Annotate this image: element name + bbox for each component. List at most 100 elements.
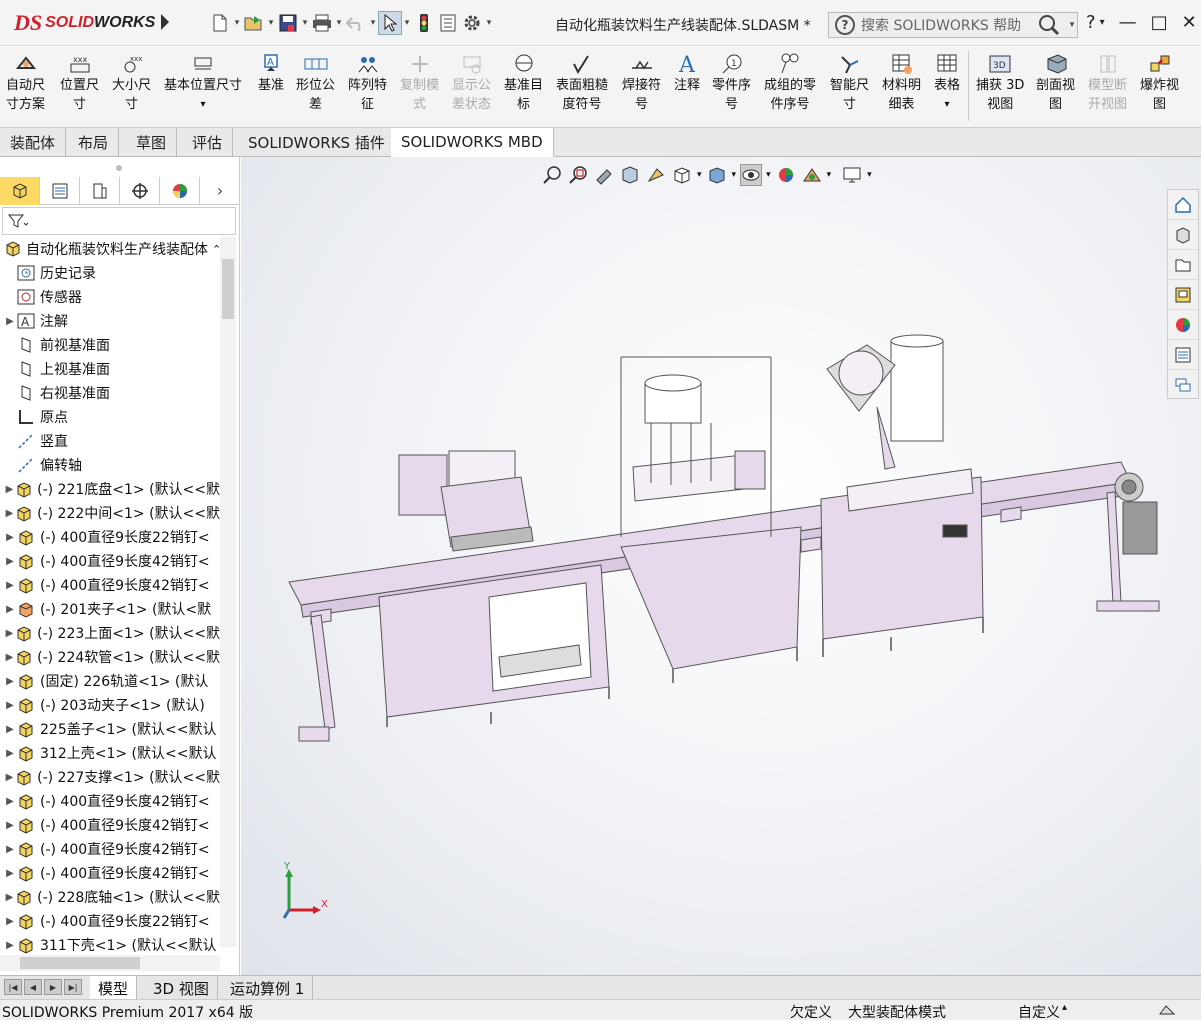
chevron-down-icon[interactable]: ▾ [402, 18, 412, 28]
basic-location-dimension-button[interactable]: 基本位置尺寸 ▾ [164, 53, 242, 114]
maximize-button[interactable]: □ [1151, 12, 1168, 33]
dimxpert-manager-tab[interactable] [120, 177, 160, 205]
tree-item[interactable]: ▶ 225盖子<1> (默认<<默认 [0, 717, 220, 741]
chevron-right-icon[interactable]: › [200, 177, 240, 204]
rebuild-icon[interactable] [412, 11, 436, 35]
forum-icon[interactable] [1168, 370, 1198, 400]
rebuild-status-icon[interactable] [1158, 1002, 1176, 1022]
tree-item[interactable]: ▶ (-) 221底盘<1> (默认<<默 [0, 477, 220, 501]
expand-arrow-icon[interactable]: ▶ [4, 652, 15, 663]
expand-arrow-icon[interactable]: ▶ [4, 676, 16, 687]
tree-item[interactable]: ▶ (-) 201夹子<1> (默认<默 [0, 597, 220, 621]
balloon-button[interactable]: 1 零件序号 [712, 53, 751, 114]
chevron-up-icon[interactable]: ⌃ [212, 243, 220, 256]
close-button[interactable]: ✕ [1182, 12, 1197, 33]
expand-arrow-icon[interactable]: ▶ [4, 844, 16, 855]
undo-icon[interactable] [344, 11, 368, 35]
chevron-down-icon[interactable]: ▾ [484, 18, 494, 28]
tree-item[interactable]: ▶ (-) 400直径9长度42销钉< [0, 549, 220, 573]
expand-menu-arrow-icon[interactable] [161, 14, 169, 30]
geometric-tolerance-button[interactable]: 形位公差 [296, 53, 335, 114]
tree-horizontal-scrollbar[interactable] [0, 955, 220, 971]
datum-button[interactable]: A 基准 [258, 53, 284, 95]
display-manager-tab[interactable] [160, 177, 200, 205]
expand-arrow-icon[interactable]: ▶ [4, 892, 15, 903]
expand-arrow-icon[interactable]: ▶ [4, 820, 16, 831]
panel-grip[interactable] [116, 165, 122, 171]
tree-item[interactable]: ▶ 312上壳<1> (默认<<默认 [0, 741, 220, 765]
note-button[interactable]: A 注释 [674, 53, 700, 95]
print-icon[interactable] [310, 11, 334, 35]
expand-arrow-icon[interactable]: ▶ [4, 748, 16, 759]
chevron-down-icon[interactable]: ▾ [266, 18, 276, 28]
tree-item[interactable]: 竖直 [0, 429, 220, 453]
expand-arrow-icon[interactable]: ▶ [4, 700, 16, 711]
tree-filter[interactable] [2, 207, 236, 235]
tree-item[interactable]: ▶ A 注解 [0, 309, 220, 333]
tree-item[interactable]: ▶ (-) 400直径9长度22销钉< [0, 525, 220, 549]
expand-arrow-icon[interactable]: ▶ [4, 532, 16, 543]
exploded-view-button[interactable]: 爆炸视图 [1140, 53, 1179, 114]
tree-item[interactable]: ▶ (-) 400直径9长度42销钉< [0, 789, 220, 813]
search-input[interactable]: 搜索 SOLIDWORKS 帮助 [861, 15, 1031, 35]
new-document-icon[interactable] [208, 11, 232, 35]
select-arrow-icon[interactable] [378, 11, 402, 35]
expand-arrow-icon[interactable]: ▶ [4, 916, 16, 927]
tab-addins[interactable]: SOLIDWORKS 插件 [238, 128, 396, 157]
tree-item[interactable]: 上视基准面 [0, 357, 220, 381]
units-selector[interactable]: 自定义 [1018, 1002, 1060, 1022]
tree-item[interactable]: ▶ (-) 400直径9长度42销钉< [0, 861, 220, 885]
scrollbar-thumb[interactable] [222, 259, 234, 319]
tree-root[interactable]: 自动化瓶装饮料生产线装配体 ⌃ [0, 237, 220, 261]
expand-arrow-icon[interactable]: ▶ [4, 484, 15, 495]
next-tab-icon[interactable]: ▶ [44, 979, 62, 995]
tab-mbd[interactable]: SOLIDWORKS MBD [391, 128, 554, 157]
table-button[interactable]: 表格 ▾ [934, 53, 960, 114]
tab-assembly[interactable]: 装配体 [0, 128, 67, 157]
tree-item[interactable]: ▶ (固定) 226轨道<1> (默认 [0, 669, 220, 693]
expand-arrow-icon[interactable]: ▶ [4, 604, 16, 615]
custom-properties-icon[interactable] [1168, 340, 1198, 370]
tab-model[interactable]: 模型 [90, 976, 138, 1000]
stacked-balloon-button[interactable]: 成组的零 件序号 [764, 53, 816, 114]
expand-arrow-icon[interactable]: ▶ [4, 508, 15, 519]
capture-3d-view-button[interactable]: 3D 捕获 3D 视图 [976, 53, 1024, 114]
tree-item[interactable]: ▶ (-) 228底轴<1> (默认<<默 [0, 885, 220, 909]
scrollbar-thumb[interactable] [20, 957, 140, 969]
show-tolerance-status-button[interactable]: 显示公 差状态 [452, 53, 491, 114]
copy-scheme-button[interactable]: 复制模式 [400, 53, 439, 114]
tree-item[interactable]: ▶ (-) 400直径9长度42销钉< [0, 837, 220, 861]
search-icon[interactable] [1031, 12, 1067, 38]
expand-arrow-icon[interactable]: ▶ [4, 772, 15, 783]
graphics-area[interactable]: ▾ ▾ ▾ ▾ ▾ Y X [241, 157, 1201, 975]
tab-sketch[interactable]: 草图 [126, 128, 178, 157]
chevron-down-icon[interactable]: ▾ [944, 95, 949, 114]
tree-item[interactable]: 右视基准面 [0, 381, 220, 405]
tree-item[interactable]: ▶ (-) 224软管<1> (默认<<默 [0, 645, 220, 669]
bom-button[interactable]: 材料明 细表 [882, 53, 921, 114]
tab-motion-study[interactable]: 运动算例 1 [222, 976, 314, 1000]
expand-arrow-icon[interactable]: ▶ [4, 316, 16, 327]
configuration-manager-tab[interactable] [80, 177, 120, 205]
weld-symbol-button[interactable]: 焊接符号 [622, 53, 661, 114]
chevron-down-icon[interactable]: ▾ [1100, 17, 1105, 28]
chevron-down-icon[interactable]: ▾ [1067, 20, 1077, 30]
options-gear-icon[interactable] [460, 11, 484, 35]
save-icon[interactable] [276, 11, 300, 35]
first-tab-icon[interactable]: |◀ [4, 979, 22, 995]
tree-item[interactable]: 历史记录 [0, 261, 220, 285]
tree-item[interactable]: ▶ (-) 400直径9长度42销钉< [0, 573, 220, 597]
design-library-icon[interactable] [1168, 220, 1198, 250]
minimize-button[interactable]: — [1119, 12, 1137, 33]
help-button[interactable]: ? [1086, 12, 1096, 33]
appearances-icon[interactable] [1168, 310, 1198, 340]
tree-item[interactable]: ▶ (-) 222中间<1> (默认<<默 [0, 501, 220, 525]
tree-item[interactable]: ▶ (-) 227支撑<1> (默认<<默 [0, 765, 220, 789]
location-dimension-button[interactable]: xxx 位置尺寸 [60, 53, 99, 114]
datum-target-button[interactable]: 基准目标 [504, 53, 543, 114]
chevron-down-icon[interactable]: ▾ [232, 18, 242, 28]
pattern-feature-button[interactable]: 阵列特征 [348, 53, 387, 114]
smart-dimension-button[interactable]: 智能尺寸 [830, 53, 869, 114]
last-tab-icon[interactable]: ▶| [64, 979, 82, 995]
expand-arrow-icon[interactable]: ▶ [4, 628, 15, 639]
